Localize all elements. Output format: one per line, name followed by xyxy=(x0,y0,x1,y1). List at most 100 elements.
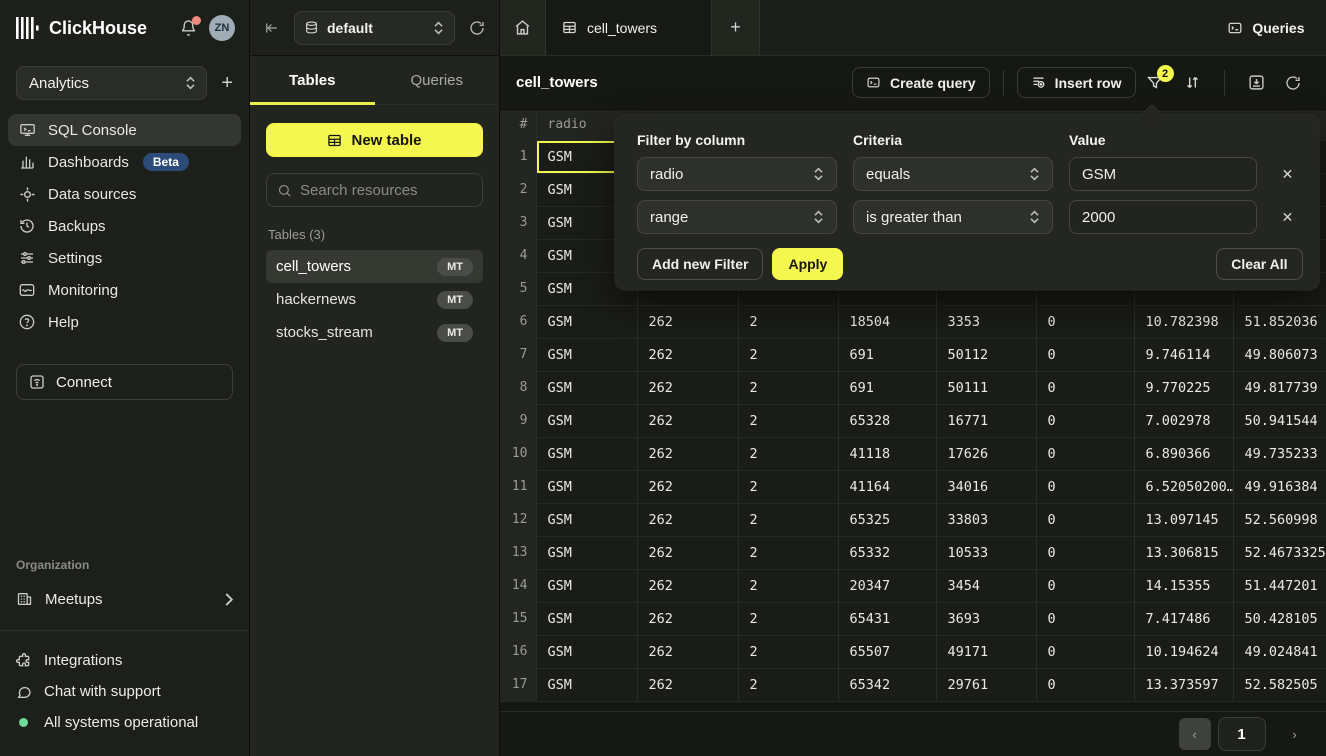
sidebar-item-help[interactable]: Help xyxy=(8,306,241,338)
sidebar-item-settings[interactable]: Settings xyxy=(8,242,241,274)
table-cell[interactable]: 262 xyxy=(637,470,738,503)
table-cell[interactable]: GSM xyxy=(536,404,637,437)
filter-value-input[interactable] xyxy=(1069,157,1257,191)
table-cell[interactable]: 7.417486 xyxy=(1134,602,1233,635)
table-cell[interactable]: 13.306815 xyxy=(1134,536,1233,569)
table-cell[interactable]: 50111 xyxy=(936,371,1036,404)
table-cell[interactable]: 65507 xyxy=(838,635,936,668)
connect-button[interactable]: Connect xyxy=(16,364,233,400)
table-cell[interactable]: 51.852036 xyxy=(1233,305,1326,338)
table-cell[interactable]: 0 xyxy=(1036,635,1134,668)
create-query-button[interactable]: Create query xyxy=(852,67,990,98)
table-cell[interactable]: 0 xyxy=(1036,569,1134,602)
table-cell[interactable]: 16771 xyxy=(936,404,1036,437)
clear-all-button[interactable]: Clear All xyxy=(1216,248,1302,280)
table-cell[interactable]: 262 xyxy=(637,635,738,668)
table-cell[interactable]: 17626 xyxy=(936,437,1036,470)
table-cell[interactable]: 13.373597 xyxy=(1134,668,1233,701)
table-cell[interactable]: 262 xyxy=(637,437,738,470)
table-cell[interactable]: 0 xyxy=(1036,668,1134,701)
home-button[interactable] xyxy=(500,0,546,55)
table-cell[interactable]: 34016 xyxy=(936,470,1036,503)
avatar[interactable]: ZN xyxy=(209,15,235,41)
table-cell[interactable]: 691 xyxy=(838,371,936,404)
next-page-button[interactable]: › xyxy=(1279,718,1311,750)
table-cell[interactable]: 0 xyxy=(1036,602,1134,635)
sidebar-item-meetups[interactable]: Meetups xyxy=(0,584,249,614)
table-cell[interactable]: GSM xyxy=(536,536,637,569)
table-list-item-hackernews[interactable]: hackernews MT xyxy=(266,283,483,316)
table-cell[interactable]: 0 xyxy=(1036,404,1134,437)
table-cell[interactable]: 2 xyxy=(738,668,838,701)
reload-icon[interactable] xyxy=(1285,75,1301,91)
new-tab-button[interactable]: + xyxy=(712,0,760,55)
table-cell[interactable]: 2 xyxy=(738,437,838,470)
table-cell[interactable]: 65325 xyxy=(838,503,936,536)
table-cell[interactable]: 50112 xyxy=(936,338,1036,371)
table-cell[interactable]: 14.15355 xyxy=(1134,569,1233,602)
table-cell[interactable]: 262 xyxy=(637,569,738,602)
table-cell[interactable]: 49.806073 xyxy=(1233,338,1326,371)
table-cell[interactable]: 49171 xyxy=(936,635,1036,668)
insert-row-button[interactable]: Insert row xyxy=(1017,67,1136,98)
table-cell[interactable]: 9.770225 xyxy=(1134,371,1233,404)
apply-button[interactable]: Apply xyxy=(772,248,843,280)
table-cell[interactable]: 65431 xyxy=(838,602,936,635)
table-cell[interactable]: 10.782398 xyxy=(1134,305,1233,338)
filter-criteria-select[interactable]: equals xyxy=(853,157,1053,191)
table-cell[interactable]: 49.735233 xyxy=(1233,437,1326,470)
table-cell[interactable]: 0 xyxy=(1036,371,1134,404)
database-select[interactable]: default xyxy=(294,11,455,45)
table-cell[interactable]: 2 xyxy=(738,503,838,536)
table-cell[interactable]: 262 xyxy=(637,305,738,338)
table-cell[interactable]: 2 xyxy=(738,338,838,371)
table-cell[interactable]: 50.941544 xyxy=(1233,404,1326,437)
table-cell[interactable]: 10.194624 xyxy=(1134,635,1233,668)
table-cell[interactable]: 52.582505 xyxy=(1233,668,1326,701)
table-cell[interactable]: 2 xyxy=(738,635,838,668)
table-cell[interactable]: 262 xyxy=(637,404,738,437)
table-cell[interactable]: 20347 xyxy=(838,569,936,602)
collapse-panel-icon[interactable] xyxy=(264,21,280,35)
table-cell[interactable]: 9.746114 xyxy=(1134,338,1233,371)
filter-value-input[interactable] xyxy=(1069,200,1257,234)
table-cell[interactable]: 18504 xyxy=(838,305,936,338)
table-cell[interactable]: 262 xyxy=(637,371,738,404)
table-cell[interactable]: 2 xyxy=(738,404,838,437)
table-cell[interactable]: 52.560998 xyxy=(1233,503,1326,536)
sidebar-item-sql-console[interactable]: SQL Console xyxy=(8,114,241,146)
table-cell[interactable]: 52.4673325 xyxy=(1233,536,1326,569)
table-cell[interactable]: 0 xyxy=(1036,338,1134,371)
table-cell[interactable]: 262 xyxy=(637,503,738,536)
table-cell[interactable]: 13.097145 xyxy=(1134,503,1233,536)
new-table-button[interactable]: New table xyxy=(266,123,483,157)
table-cell[interactable]: 0 xyxy=(1036,503,1134,536)
table-cell[interactable]: GSM xyxy=(536,635,637,668)
table-cell[interactable]: 0 xyxy=(1036,305,1134,338)
table-cell[interactable]: 2 xyxy=(738,569,838,602)
sidebar-item-dashboards[interactable]: Dashboards Beta xyxy=(8,146,241,178)
table-cell[interactable]: GSM xyxy=(536,503,637,536)
remove-filter-icon[interactable]: ✕ xyxy=(1273,166,1302,183)
add-workspace-button[interactable]: + xyxy=(221,73,233,93)
filter-column-select[interactable]: range xyxy=(637,200,837,234)
download-icon[interactable] xyxy=(1248,74,1265,91)
table-cell[interactable]: 6.52050200… xyxy=(1134,470,1233,503)
table-cell[interactable]: 51.447201 xyxy=(1233,569,1326,602)
queries-button[interactable]: Queries xyxy=(1227,20,1304,36)
table-list-item-stocks-stream[interactable]: stocks_stream MT xyxy=(266,316,483,349)
table-cell[interactable]: 7.002978 xyxy=(1134,404,1233,437)
table-cell[interactable]: 262 xyxy=(637,668,738,701)
open-tab-cell-towers[interactable]: cell_towers xyxy=(546,0,712,55)
sidebar-item-monitoring[interactable]: Monitoring xyxy=(8,274,241,306)
table-cell[interactable]: 2 xyxy=(738,371,838,404)
sidebar-item-data-sources[interactable]: Data sources xyxy=(8,178,241,210)
table-cell[interactable]: 41164 xyxy=(838,470,936,503)
table-cell[interactable]: 49.024841 xyxy=(1233,635,1326,668)
filter-column-select[interactable]: radio xyxy=(637,157,837,191)
table-cell[interactable]: GSM xyxy=(536,569,637,602)
prev-page-button[interactable]: ‹ xyxy=(1179,718,1211,750)
table-cell[interactable]: 10533 xyxy=(936,536,1036,569)
table-cell[interactable]: 2 xyxy=(738,602,838,635)
table-cell[interactable]: 3353 xyxy=(936,305,1036,338)
